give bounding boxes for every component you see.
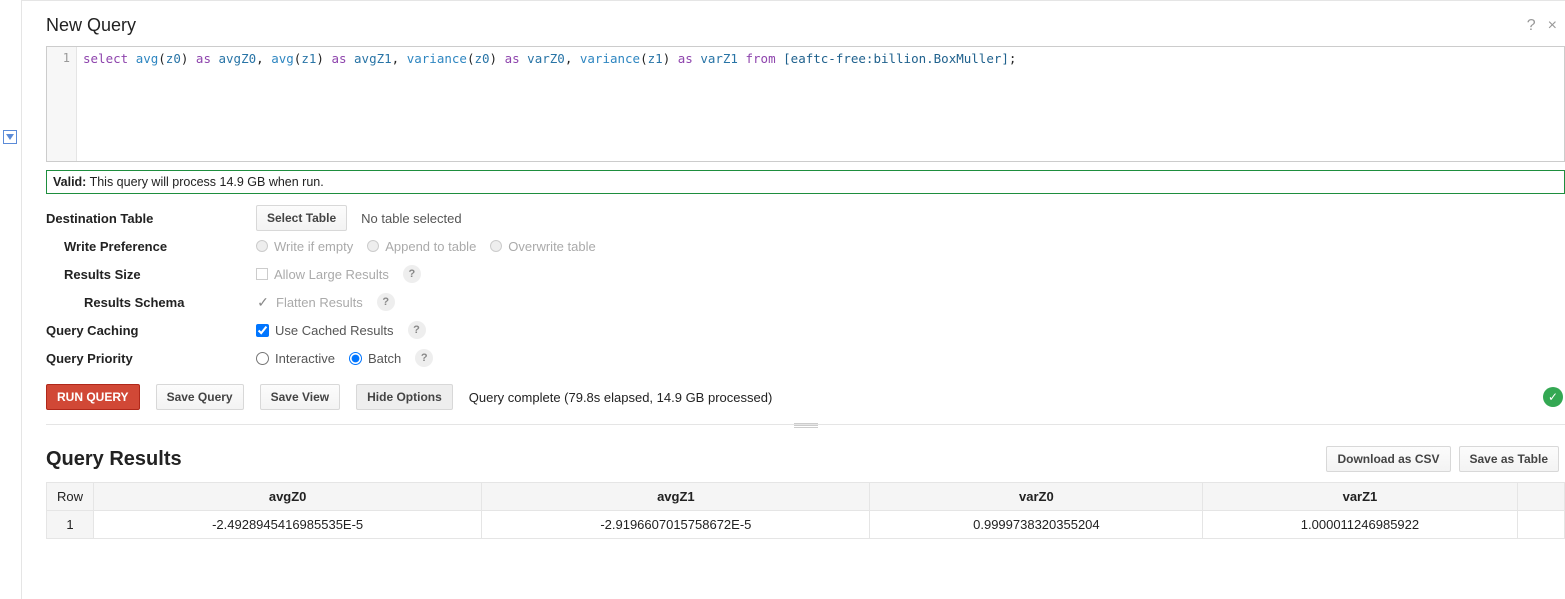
code-token: varZ1 [700, 51, 738, 66]
results-table: RowavgZ0avgZ1varZ0varZ1 1-2.492894541698… [46, 482, 1565, 539]
code-token: avg [136, 51, 159, 66]
code-token: avgZ0 [219, 51, 257, 66]
help-icon[interactable]: ? [1527, 18, 1536, 34]
interactive-option: Interactive [275, 351, 335, 366]
overwrite-option: Overwrite table [508, 239, 595, 254]
save-as-table-button[interactable]: Save as Table [1459, 446, 1560, 472]
run-query-button[interactable]: RUN QUERY [46, 384, 140, 410]
help-icon[interactable]: ? [408, 321, 426, 339]
append-radio [367, 240, 379, 252]
code-token: select [83, 51, 136, 66]
download-csv-button[interactable]: Download as CSV [1326, 446, 1450, 472]
code-token: varZ0 [527, 51, 565, 66]
close-icon[interactable]: × [1548, 18, 1557, 34]
batch-radio[interactable] [349, 352, 362, 365]
interactive-radio[interactable] [256, 352, 269, 365]
cell: -2.9196607015758672E-5 [482, 511, 870, 539]
validation-label: Valid: [53, 175, 86, 189]
code-token: ) [490, 51, 505, 66]
code-token: avgZ1 [354, 51, 392, 66]
column-header: varZ1 [1203, 483, 1517, 511]
code-token: ) [316, 51, 331, 66]
use-cached-results-option: Use Cached Results [275, 323, 394, 338]
allow-large-results-option: Allow Large Results [274, 267, 389, 282]
flatten-results-option: Flatten Results [276, 295, 363, 310]
status-success-icon: ✓ [1543, 387, 1563, 407]
table-row: 1-2.4928945416985535E-5-2.91966070157586… [47, 511, 1565, 539]
validation-message: This query will process 14.9 GB when run… [90, 175, 324, 189]
code-token: [eaftc-free:billion.BoxMuller] [783, 51, 1009, 66]
help-icon[interactable]: ? [377, 293, 395, 311]
editor-content[interactable]: select avg(z0) as avgZ0, avg(z1) as avgZ… [77, 47, 1564, 161]
column-header-empty [1517, 483, 1564, 511]
write-if-empty-radio [256, 240, 268, 252]
code-token: ( [158, 51, 166, 66]
code-token: z1 [301, 51, 316, 66]
code-token: , [565, 51, 580, 66]
cell: -2.4928945416985535E-5 [94, 511, 482, 539]
code-token: ; [1009, 51, 1017, 66]
cell: 1.000011246985922 [1203, 511, 1517, 539]
save-query-button[interactable]: Save Query [156, 384, 244, 410]
allow-large-results-checkbox [256, 268, 268, 280]
code-token: , [256, 51, 271, 66]
results-size-label: Results Size [46, 267, 256, 282]
use-cached-results-checkbox[interactable] [256, 324, 269, 337]
sql-editor[interactable]: 1 select avg(z0) as avgZ0, avg(z1) as av… [46, 46, 1565, 162]
page-title: New Query [46, 15, 1527, 36]
code-token: as [331, 51, 354, 66]
destination-table-label: Destination Table [46, 211, 256, 226]
code-token: as [196, 51, 219, 66]
code-token: as [678, 51, 701, 66]
code-token: z0 [166, 51, 181, 66]
select-table-button[interactable]: Select Table [256, 205, 347, 231]
column-header: avgZ1 [482, 483, 870, 511]
code-token: variance [407, 51, 467, 66]
code-token: , [392, 51, 407, 66]
code-token: variance [580, 51, 640, 66]
cell-empty [1517, 511, 1564, 539]
resize-handle[interactable] [794, 423, 818, 428]
write-if-empty-option: Write if empty [274, 239, 353, 254]
help-icon[interactable]: ? [403, 265, 421, 283]
batch-option: Batch [368, 351, 401, 366]
code-token: z0 [474, 51, 489, 66]
query-status: Query complete (79.8s elapsed, 14.9 GB p… [469, 390, 773, 405]
code-token: ( [640, 51, 648, 66]
destination-table-status: No table selected [361, 211, 461, 226]
column-header: avgZ0 [94, 483, 482, 511]
code-token: ) [663, 51, 678, 66]
help-icon[interactable]: ? [415, 349, 433, 367]
hide-options-button[interactable]: Hide Options [356, 384, 453, 410]
row-number: 1 [47, 511, 94, 539]
cell: 0.9999738320355204 [870, 511, 1203, 539]
column-header: varZ0 [870, 483, 1203, 511]
flatten-results-checkbox: ✓ [256, 295, 270, 309]
query-priority-label: Query Priority [46, 351, 256, 366]
save-view-button[interactable]: Save View [260, 384, 341, 410]
write-preference-label: Write Preference [46, 239, 256, 254]
nav-collapse-toggle[interactable] [3, 130, 17, 144]
results-schema-label: Results Schema [46, 295, 256, 310]
code-token: from [746, 51, 784, 66]
code-token: ) [181, 51, 196, 66]
column-header: Row [47, 483, 94, 511]
code-token [738, 51, 746, 66]
results-title: Query Results [46, 448, 1326, 471]
code-token: as [505, 51, 528, 66]
code-token: z1 [648, 51, 663, 66]
editor-gutter: 1 [47, 47, 77, 161]
overwrite-radio [490, 240, 502, 252]
append-option: Append to table [385, 239, 476, 254]
code-token: avg [271, 51, 294, 66]
query-caching-label: Query Caching [46, 323, 256, 338]
validation-bar: Valid: This query will process 14.9 GB w… [46, 170, 1565, 194]
